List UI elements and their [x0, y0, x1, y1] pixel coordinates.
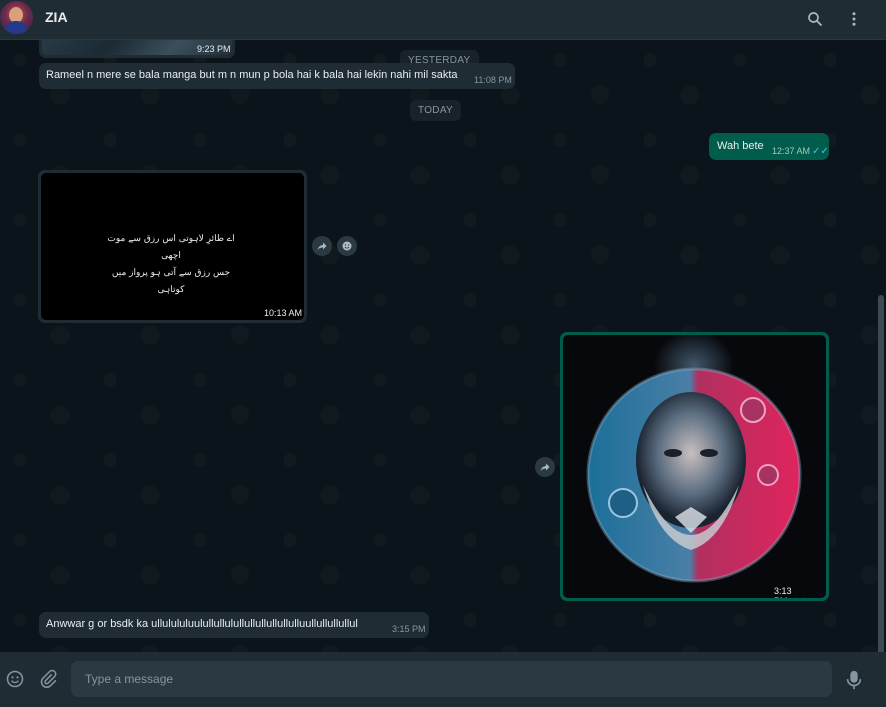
chat-header: ZIA: [0, 0, 886, 40]
message-time: 10:13 AM: [264, 308, 303, 318]
message-time: 12:37 AM: [772, 146, 811, 156]
outgoing-message[interactable]: Wah bete 12:37 AM ✓✓: [709, 133, 829, 160]
image-thumbnail[interactable]: 3:13 PM✓✓: [563, 335, 826, 598]
message-time: 3:13 PM: [774, 586, 792, 598]
chat-area[interactable]: 9:23 PM YESTERDAY Rameel n mere se bala …: [0, 40, 886, 652]
caption-line-1: اے طائرِ لاہوتی اس رزق سے موت اچھی: [107, 234, 235, 261]
mic-icon[interactable]: [845, 669, 863, 696]
emoji-icon[interactable]: [5, 669, 25, 694]
contact-name[interactable]: ZIA: [45, 9, 68, 25]
composer-bar: Type a message: [0, 652, 886, 707]
image-message[interactable]: 9:23 PM: [39, 40, 235, 58]
read-ticks-icon: ✓✓: [790, 596, 807, 598]
message-time: 3:15 PM: [392, 624, 426, 634]
attach-icon[interactable]: [38, 669, 58, 694]
message-text: Rameel n mere se bala manga but m n mun …: [46, 69, 458, 81]
artwork-face-graphic: [586, 335, 802, 583]
message-time: 9:23 PM: [197, 44, 231, 54]
message-text: Anwwar g or bsdk ka ullulululuulullullul…: [46, 618, 358, 630]
caption-line-2: جس رزق سے آتی ہو پرواز میں کوتاہی: [111, 268, 231, 295]
read-ticks-icon: ✓✓: [812, 146, 829, 157]
message-time-wrap: 12:37 AM ✓✓: [772, 146, 829, 157]
scrollbar[interactable]: [878, 295, 884, 652]
forward-icon[interactable]: [535, 457, 555, 477]
search-icon[interactable]: [804, 8, 826, 30]
message-time: 11:08 PM: [474, 75, 512, 85]
avatar-body: [5, 21, 27, 34]
incoming-message[interactable]: Anwwar g or bsdk ka ullulululuulullullul…: [39, 612, 429, 638]
forward-icon[interactable]: [312, 236, 332, 256]
incoming-message[interactable]: Rameel n mere se bala manga but m n mun …: [39, 63, 515, 89]
message-text: Wah bete: [717, 140, 764, 152]
message-time-wrap: 3:13 PM✓✓: [774, 586, 826, 598]
react-emoji-icon[interactable]: [337, 236, 357, 256]
avatar[interactable]: [0, 1, 33, 34]
menu-dots-icon[interactable]: [843, 8, 865, 30]
image-message[interactable]: اے طائرِ لاہوتی اس رزق سے موت اچھی جس رز…: [38, 170, 307, 323]
image-message[interactable]: 3:13 PM✓✓: [560, 332, 829, 601]
message-input[interactable]: Type a message: [71, 661, 832, 697]
image-thumbnail[interactable]: اے طائرِ لاہوتی اس رزق سے موت اچھی جس رز…: [41, 173, 304, 320]
date-chip-today: TODAY: [410, 100, 462, 121]
image-caption: اے طائرِ لاہوتی اس رزق سے موت اچھی جس رز…: [101, 231, 241, 299]
